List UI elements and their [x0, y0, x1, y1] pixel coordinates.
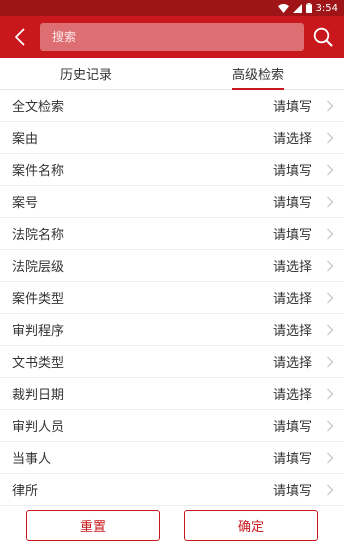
field-value: 请填写 — [272, 452, 312, 467]
search-icon — [313, 27, 333, 47]
chevron-right-icon — [327, 388, 334, 399]
field-label: 案件类型 — [12, 292, 65, 307]
field-value: 请选择 — [272, 356, 312, 371]
field-row-law-firm[interactable]: 律所 请填写 — [0, 474, 344, 506]
tab-advanced-search[interactable]: 高级检索 — [172, 58, 344, 89]
chevron-right-icon — [327, 292, 334, 303]
search-box[interactable] — [40, 23, 304, 51]
field-value: 请填写 — [272, 484, 312, 499]
signal-icon — [292, 3, 302, 13]
field-value: 请填写 — [272, 164, 312, 179]
search-input[interactable] — [52, 30, 304, 44]
field-value: 请填写 — [272, 196, 312, 211]
field-label: 文书类型 — [12, 356, 65, 371]
app-bar — [0, 16, 344, 58]
chevron-right-icon — [327, 196, 334, 207]
chevron-right-icon — [327, 420, 334, 431]
field-value: 请选择 — [272, 132, 312, 147]
chevron-right-icon — [327, 356, 334, 367]
status-icons: 3:54 — [277, 2, 338, 14]
field-label: 案件名称 — [12, 164, 65, 179]
tab-history[interactable]: 历史记录 — [0, 58, 172, 89]
field-label: 案号 — [12, 196, 39, 211]
search-button[interactable] — [310, 24, 336, 50]
field-label: 律所 — [12, 484, 39, 499]
field-value: 请填写 — [272, 420, 312, 435]
field-value: 请填写 — [272, 100, 312, 115]
confirm-button[interactable]: 确定 — [184, 510, 318, 541]
advanced-search-form: 全文检索 请填写 案由 请选择 案件名称 请填写 案号 请填写 法院名称 请填写… — [0, 90, 344, 506]
reset-button[interactable]: 重置 — [26, 510, 160, 541]
field-label: 案由 — [12, 132, 39, 147]
field-value: 请选择 — [272, 260, 312, 275]
field-label: 当事人 — [12, 452, 52, 467]
chevron-right-icon — [327, 100, 334, 111]
field-value: 请选择 — [272, 292, 312, 307]
field-row-case-number[interactable]: 案号 请填写 — [0, 186, 344, 218]
field-row-judges[interactable]: 审判人员 请填写 — [0, 410, 344, 442]
chevron-left-icon — [14, 28, 24, 46]
chevron-right-icon — [327, 452, 334, 463]
field-row-court-name[interactable]: 法院名称 请填写 — [0, 218, 344, 250]
field-value: 请选择 — [272, 388, 312, 403]
field-label: 审判人员 — [12, 420, 65, 435]
field-row-fulltext[interactable]: 全文检索 请填写 — [0, 90, 344, 122]
form-actions: 重置 确定 — [0, 506, 344, 550]
field-label: 法院名称 — [12, 228, 65, 243]
field-value: 请填写 — [272, 228, 312, 243]
field-label: 裁判日期 — [12, 388, 65, 403]
chevron-right-icon — [327, 484, 334, 495]
field-value: 请选择 — [272, 324, 312, 339]
field-label: 全文检索 — [12, 100, 65, 115]
status-time: 3:54 — [315, 2, 338, 14]
battery-icon — [305, 3, 312, 13]
chevron-right-icon — [327, 228, 334, 239]
field-row-court-level[interactable]: 法院层级 请选择 — [0, 250, 344, 282]
field-label: 审判程序 — [12, 324, 65, 339]
field-row-case-name[interactable]: 案件名称 请填写 — [0, 154, 344, 186]
field-row-trial-procedure[interactable]: 审判程序 请选择 — [0, 314, 344, 346]
status-bar: 3:54 — [0, 0, 344, 16]
field-row-case-type[interactable]: 案件类型 请选择 — [0, 282, 344, 314]
field-row-document-type[interactable]: 文书类型 请选择 — [0, 346, 344, 378]
chevron-right-icon — [327, 164, 334, 175]
chevron-right-icon — [327, 324, 334, 335]
field-row-cause[interactable]: 案由 请选择 — [0, 122, 344, 154]
chevron-right-icon — [327, 132, 334, 143]
chevron-right-icon — [327, 260, 334, 271]
field-row-parties[interactable]: 当事人 请填写 — [0, 442, 344, 474]
tab-bar: 历史记录 高级检索 — [0, 58, 344, 90]
wifi-icon — [277, 3, 289, 13]
field-label: 法院层级 — [12, 260, 65, 275]
field-row-judgment-date[interactable]: 裁判日期 请选择 — [0, 378, 344, 410]
back-button[interactable] — [0, 16, 38, 58]
